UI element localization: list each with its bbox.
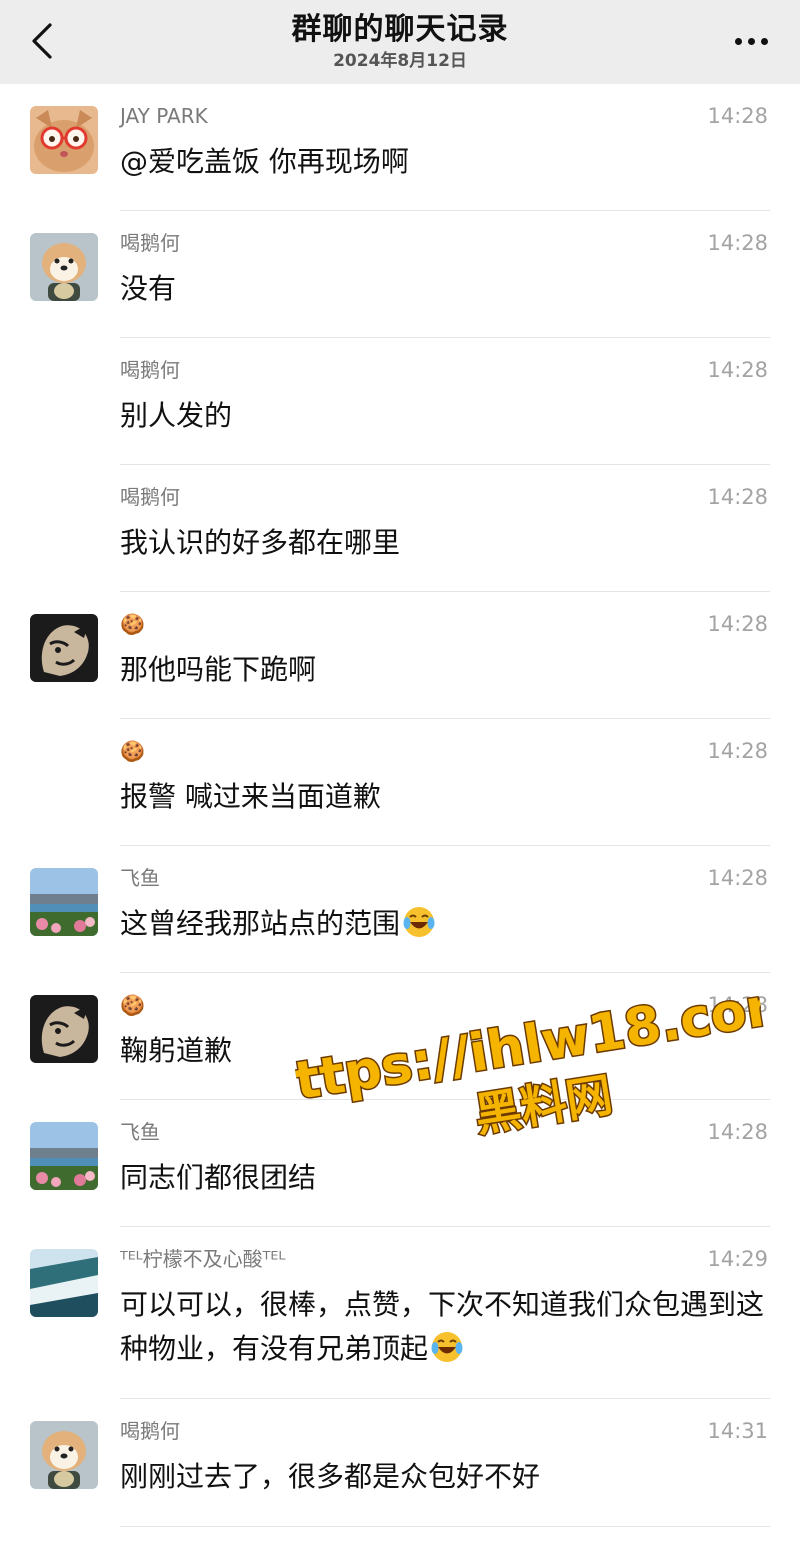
sender-name: 飞鱼 bbox=[120, 1120, 160, 1144]
more-button[interactable] bbox=[726, 26, 776, 56]
avatar[interactable] bbox=[30, 995, 98, 1063]
sender-name: 🍪 bbox=[120, 612, 145, 636]
sender-name: 喝鹅何 bbox=[120, 485, 180, 509]
message-text: 那他吗能下跪啊 bbox=[120, 653, 317, 686]
message-text: 同志们都很团结 bbox=[120, 1161, 317, 1194]
message-time: 14:28 bbox=[707, 231, 768, 255]
chat-history-header: 群聊的聊天记录 2024年8月12日 bbox=[0, 0, 800, 84]
sender-name: 喝鹅何 bbox=[120, 358, 180, 382]
sender-name: 🍪 bbox=[120, 993, 145, 1017]
header-title-block: 群聊的聊天记录 2024年8月12日 bbox=[150, 10, 650, 72]
message-text: 没有 bbox=[120, 272, 177, 305]
shiba-dog-avatar-icon bbox=[30, 233, 98, 301]
page-title: 群聊的聊天记录 bbox=[291, 12, 509, 47]
message-item[interactable]: JAY PARK 14:28 @爱吃盖饭 你再现场啊 bbox=[0, 84, 800, 211]
message-text: 可以可以，很棒，点赞，下次不知道我们众包遇到这种物业，有没有兄弟顶起 bbox=[120, 1283, 770, 1371]
message-item[interactable]: 喝鹅何 14:28 我认识的好多都在哪里 bbox=[0, 465, 800, 592]
page-date: 2024年8月12日 bbox=[333, 51, 467, 71]
sender-name: 喝鹅何 bbox=[120, 1419, 180, 1443]
message-time: 14:28 bbox=[707, 739, 768, 763]
message-item[interactable]: 飞鱼 14:28 同志们都很团结 bbox=[0, 1100, 800, 1227]
back-button[interactable] bbox=[22, 18, 62, 64]
message-time: 14:28 bbox=[707, 1120, 768, 1144]
avatar[interactable] bbox=[30, 106, 98, 174]
ellipsis-icon bbox=[760, 37, 768, 45]
avatar[interactable] bbox=[30, 1421, 98, 1489]
message-text: @爱吃盖饭 你再现场啊 bbox=[120, 145, 409, 178]
message-text-body: 这曾经我那站点的范围 bbox=[120, 907, 401, 940]
divider bbox=[120, 1526, 770, 1527]
avatar[interactable] bbox=[30, 233, 98, 301]
message-item[interactable]: 🍪 14:28 鞠躬道歉 bbox=[0, 973, 800, 1100]
message-time: 14:31 bbox=[707, 1419, 768, 1443]
landscape-avatar-icon bbox=[30, 1122, 98, 1190]
message-item[interactable]: ᵀᴱᴸ柠檬不及心酸ᵀᴱᴸ 14:29 可以可以，很棒，点赞，下次不知道我们众包遇… bbox=[0, 1227, 800, 1399]
message-text: 这曾经我那站点的范围 bbox=[120, 902, 770, 946]
message-time: 14:28 bbox=[707, 612, 768, 636]
sender-name: 喝鹅何 bbox=[120, 231, 180, 255]
message-item[interactable]: 🍪 14:28 那他吗能下跪啊 bbox=[0, 592, 800, 719]
message-item[interactable]: 飞鱼 14:28 这曾经我那站点的范围 bbox=[0, 846, 800, 973]
waterfall-avatar-icon bbox=[30, 1249, 98, 1317]
message-time: 14:28 bbox=[707, 866, 768, 890]
message-item[interactable]: 喝鹅何 14:31 刚刚过去了，很多都是众包好不好 bbox=[0, 1399, 800, 1527]
sender-name: 飞鱼 bbox=[120, 866, 160, 890]
sender-name: JAY PARK bbox=[120, 104, 208, 128]
message-text: 鞠躬道歉 bbox=[120, 1034, 233, 1067]
sketch-face-avatar-icon bbox=[30, 614, 98, 682]
avatar[interactable] bbox=[30, 868, 98, 936]
ellipsis-icon bbox=[747, 37, 755, 45]
message-item[interactable]: 🍪 14:28 报警 喊过来当面道歉 bbox=[0, 719, 800, 846]
message-text: 刚刚过去了，很多都是众包好不好 bbox=[120, 1460, 541, 1493]
message-time: 14:29 bbox=[707, 1247, 768, 1271]
avatar[interactable] bbox=[30, 1122, 98, 1190]
ellipsis-icon bbox=[734, 37, 742, 45]
message-item[interactable]: 喝鹅何 14:28 没有 bbox=[0, 211, 800, 338]
message-time: 14:28 bbox=[707, 993, 768, 1017]
message-time: 14:28 bbox=[707, 358, 768, 382]
laugh-cry-emoji-icon bbox=[431, 1332, 463, 1362]
message-text: 别人发的 bbox=[120, 399, 233, 432]
message-time: 14:28 bbox=[707, 485, 768, 509]
laugh-cry-emoji-icon bbox=[403, 907, 435, 937]
cat-avatar-icon bbox=[30, 106, 98, 174]
message-text: 报警 喊过来当面道歉 bbox=[120, 780, 381, 813]
avatar[interactable] bbox=[30, 1249, 98, 1317]
message-text: 我认识的好多都在哪里 bbox=[120, 526, 401, 559]
message-item[interactable]: 喝鹅何 14:28 别人发的 bbox=[0, 338, 800, 465]
sketch-face-avatar-icon bbox=[30, 995, 98, 1063]
sender-name: ᵀᴱᴸ柠檬不及心酸ᵀᴱᴸ bbox=[120, 1247, 286, 1271]
message-time: 14:28 bbox=[707, 104, 768, 128]
chevron-left-icon bbox=[32, 23, 52, 59]
sender-name: 🍪 bbox=[120, 739, 145, 763]
message-list[interactable]: JAY PARK 14:28 @爱吃盖饭 你再现场啊 喝鹅何 14:28 没有 … bbox=[0, 84, 800, 1527]
avatar[interactable] bbox=[30, 614, 98, 682]
shiba-dog-avatar-icon bbox=[30, 1421, 98, 1489]
landscape-avatar-icon bbox=[30, 868, 98, 936]
